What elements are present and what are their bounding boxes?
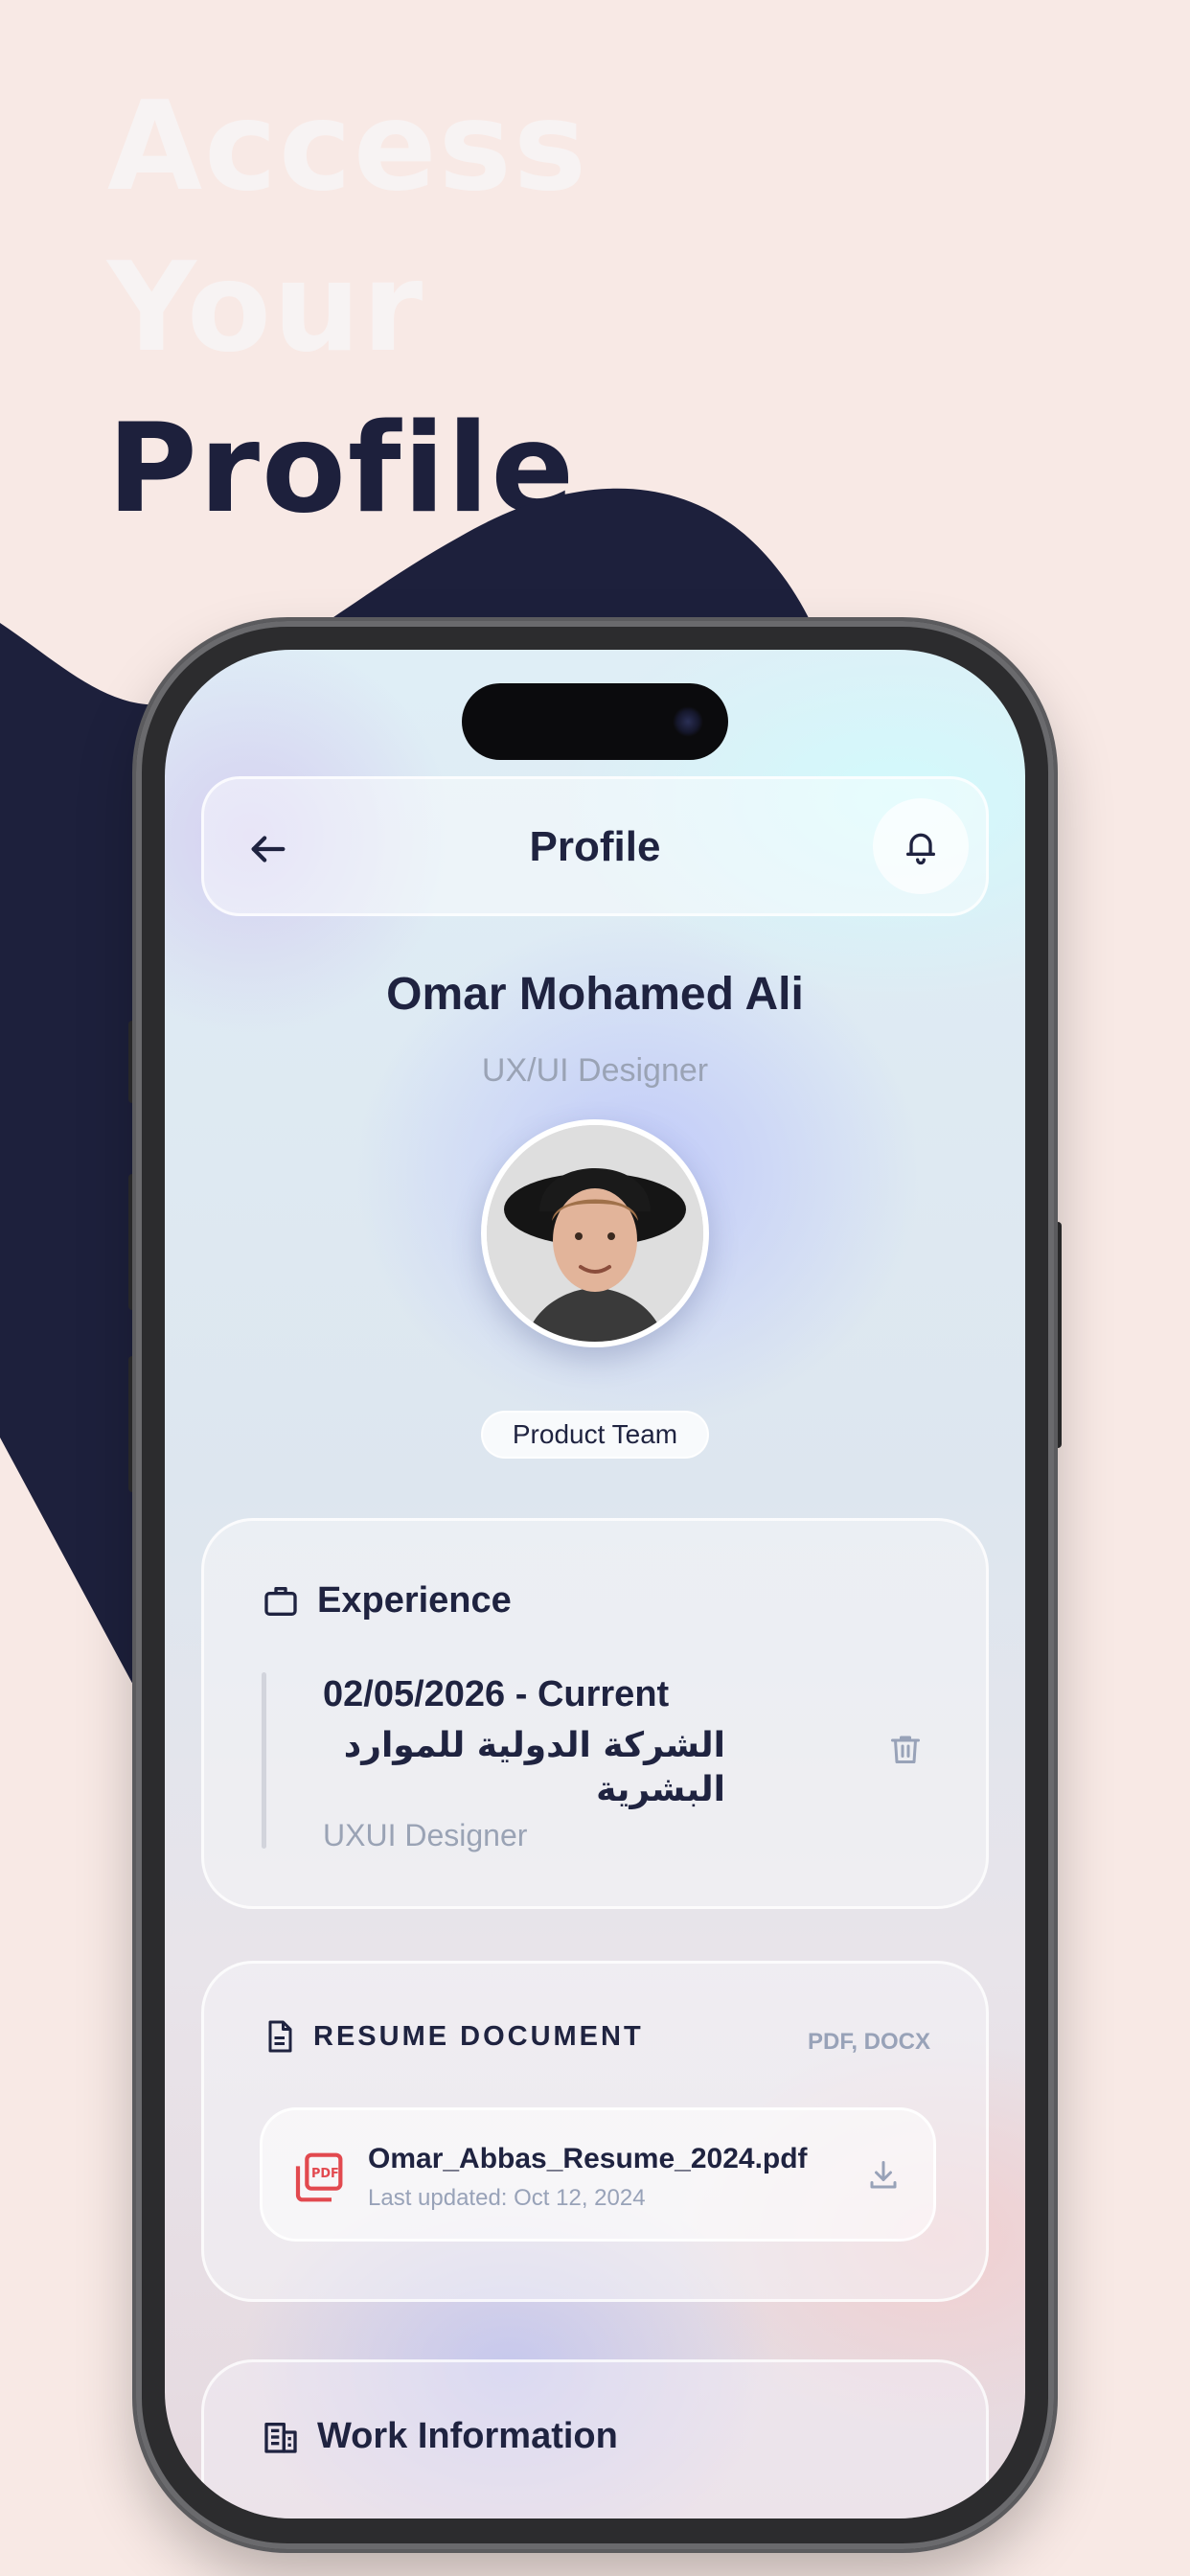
phone-screen: Profile Omar Mohamed Ali UX/UI Designer … bbox=[165, 650, 1025, 2518]
briefcase-icon bbox=[264, 1586, 297, 1616]
team-badge: Product Team bbox=[481, 1411, 709, 1459]
profile-name: Omar Mohamed Ali bbox=[386, 969, 804, 1020]
work-title: Work Information bbox=[317, 2416, 618, 2456]
bell-icon bbox=[906, 833, 935, 865]
avatar[interactable] bbox=[481, 1119, 709, 1347]
timeline-bar bbox=[262, 1672, 266, 1849]
download-button[interactable] bbox=[855, 2147, 912, 2204]
profile-role: UX/UI Designer bbox=[481, 1052, 709, 1089]
experience-title: Experience bbox=[317, 1580, 512, 1621]
building-icon bbox=[264, 2422, 297, 2453]
trash-icon bbox=[891, 1736, 920, 1763]
resume-title: RESUME DOCUMENT bbox=[313, 2020, 644, 2052]
file-updated: Last updated: Oct 12, 2024 bbox=[368, 2185, 646, 2211]
work-header: Work Information bbox=[262, 2416, 618, 2457]
experience-card: Experience 02/05/2026 - Current الشركة ا… bbox=[201, 1518, 989, 1909]
resume-header: RESUME DOCUMENT bbox=[262, 2017, 644, 2056]
work-info-card: Work Information bbox=[201, 2359, 989, 2518]
page-title: Profile bbox=[529, 823, 661, 870]
experience-company: الشركة الدولية للموارد البشرية bbox=[343, 1726, 725, 1809]
delete-experience-button[interactable] bbox=[877, 1720, 934, 1778]
pdf-file-icon: PDF bbox=[295, 2152, 343, 2202]
document-icon bbox=[268, 2020, 292, 2053]
experience-role: UXUI Designer bbox=[323, 1818, 528, 1852]
avatar-photo bbox=[487, 1125, 703, 1342]
dynamic-island bbox=[462, 683, 728, 760]
camera-icon bbox=[673, 706, 703, 737]
file-name: Omar_Abbas_Resume_2024.pdf bbox=[368, 2143, 808, 2174]
svg-text:PDF: PDF bbox=[311, 2167, 339, 2181]
download-icon bbox=[870, 2161, 897, 2189]
resume-card: RESUME DOCUMENT PDF, DOCX PDF Omar_Abbas… bbox=[201, 1961, 989, 2302]
top-bar: Profile bbox=[201, 776, 989, 916]
experience-dates: 02/05/2026 - Current bbox=[323, 1674, 670, 1714]
resume-file[interactable]: PDF Omar_Abbas_Resume_2024.pdf Last upda… bbox=[260, 2107, 936, 2242]
resume-formats: PDF, DOCX bbox=[807, 2029, 930, 2055]
experience-header: Experience bbox=[262, 1580, 512, 1622]
notifications-button[interactable] bbox=[873, 798, 969, 894]
